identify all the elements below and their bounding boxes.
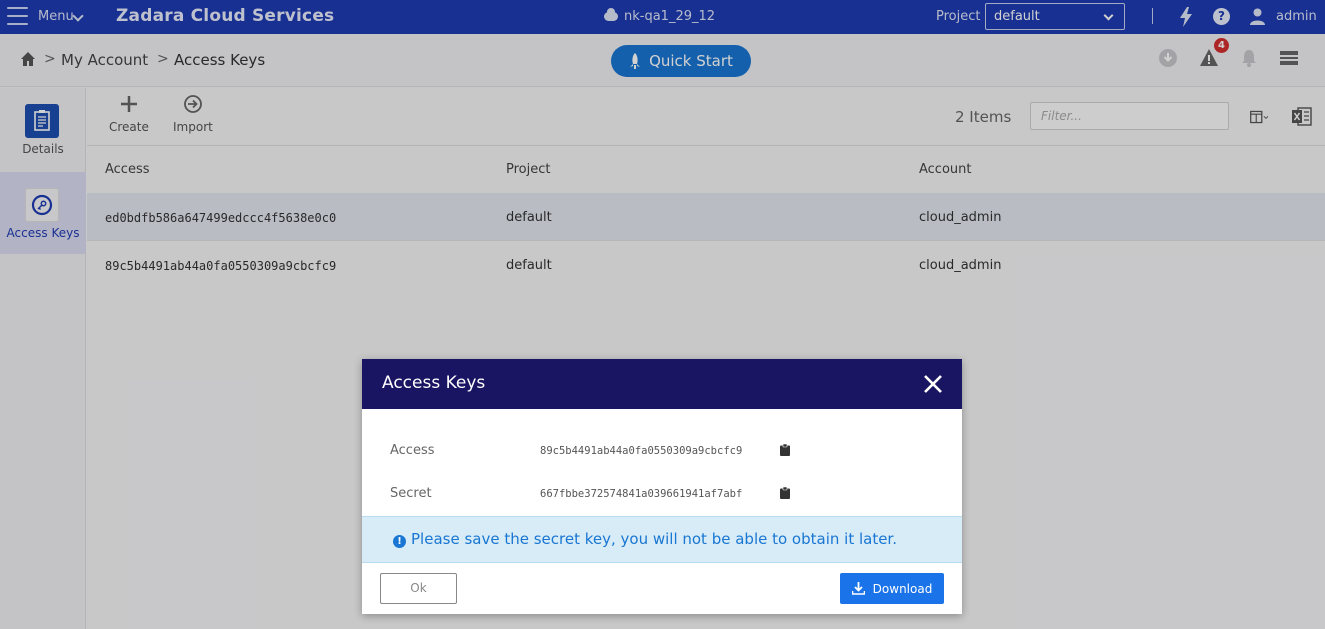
- access-label: Access: [390, 443, 435, 458]
- ok-button[interactable]: Ok: [380, 573, 457, 604]
- download-icon: [851, 582, 865, 595]
- close-icon[interactable]: [922, 373, 944, 395]
- alert-text: Please save the secret key, you will not…: [411, 530, 897, 548]
- dialog-header: Access Keys: [362, 359, 962, 409]
- copy-clipboard-icon[interactable]: [780, 487, 790, 499]
- secret-label: Secret: [390, 486, 432, 501]
- access-keys-dialog: Access Keys Access 89c5b4491ab44a0fa0550…: [362, 359, 962, 614]
- info-alert: ! Please save the secret key, you will n…: [362, 516, 962, 563]
- download-button[interactable]: Download: [840, 573, 944, 604]
- copy-clipboard-icon[interactable]: [780, 444, 790, 456]
- download-label: Download: [872, 581, 933, 596]
- dialog-title: Access Keys: [382, 373, 486, 393]
- info-icon: !: [393, 535, 406, 548]
- access-value: 89c5b4491ab44a0fa0550309a9cbcfc9: [540, 445, 743, 457]
- secret-value: 667fbbe372574841a039661941af7abf: [540, 488, 743, 500]
